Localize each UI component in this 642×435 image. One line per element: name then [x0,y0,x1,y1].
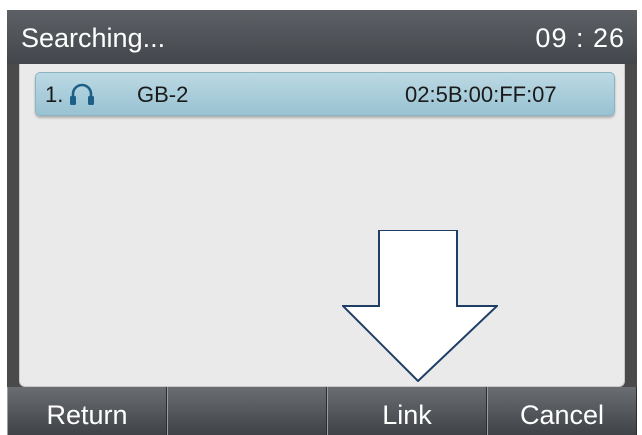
device-mac: 02:5B:00:FF:07 [405,82,557,107]
cancel-softkey[interactable]: Cancel [487,387,637,435]
device-list-item[interactable]: 1. GB-2 02:5B:00:FF:07 [35,72,615,116]
softkey-bar: Return Link Cancel [7,387,637,435]
device-index: 1. [45,82,64,107]
headset-icon [68,81,96,107]
down-arrow-icon [342,230,498,382]
status-time: 09 : 26 [535,23,625,53]
blank-softkey[interactable] [167,387,327,435]
device-name: GB-2 [137,82,189,107]
return-softkey[interactable]: Return [7,387,167,435]
status-title: Searching... [21,23,166,53]
link-softkey[interactable]: Link [327,387,487,435]
phone-screen: Searching... 09 : 26 1. GB-2 02:5B:00:FF… [7,10,637,435]
device-list: 1. GB-2 02:5B:00:FF:07 [19,64,625,387]
status-bar: Searching... 09 : 26 [7,10,637,64]
